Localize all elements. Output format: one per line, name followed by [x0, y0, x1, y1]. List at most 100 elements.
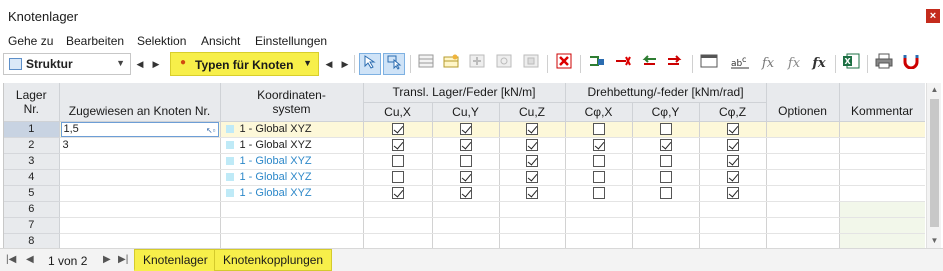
options-cell[interactable] — [766, 121, 840, 138]
row-number[interactable]: 7 — [4, 217, 60, 234]
checkbox[interactable] — [592, 139, 605, 152]
checkbox[interactable] — [526, 155, 539, 168]
coord-cell[interactable] — [220, 233, 364, 248]
row-number[interactable]: 8 — [4, 233, 60, 248]
checkbox[interactable] — [726, 123, 739, 136]
comment-cell[interactable] — [839, 217, 925, 234]
checkbox[interactable] — [391, 155, 404, 168]
comment-cell[interactable] — [839, 185, 925, 202]
check-cphy[interactable] — [632, 169, 700, 186]
close-icon[interactable]: × — [926, 9, 940, 23]
check-cphx[interactable] — [565, 185, 633, 202]
options-cell[interactable] — [766, 233, 840, 248]
comment-cell[interactable] — [839, 137, 925, 154]
check-cphy[interactable] — [632, 233, 700, 248]
excel-export-icon[interactable]: X — [840, 53, 862, 75]
checkbox[interactable] — [726, 155, 739, 168]
insert-row-icon[interactable] — [440, 53, 462, 75]
check-cuz[interactable] — [499, 153, 566, 170]
check-cuz[interactable] — [499, 169, 566, 186]
check-cuy[interactable] — [432, 233, 500, 248]
check-cphx[interactable] — [565, 153, 633, 170]
check-cux[interactable] — [363, 121, 433, 138]
coord-cell[interactable]: 1 - Global XYZ — [220, 153, 364, 170]
comment-cell[interactable] — [839, 233, 925, 248]
assigned-cell[interactable] — [59, 169, 221, 186]
check-cuy[interactable] — [432, 169, 500, 186]
checkbox[interactable] — [391, 123, 404, 136]
check-cphx[interactable] — [565, 121, 633, 138]
checkbox[interactable] — [459, 139, 472, 152]
check-cuy[interactable] — [432, 153, 500, 170]
check-cphy[interactable] — [632, 217, 700, 234]
arrow-left-icon[interactable] — [638, 53, 660, 75]
check-cphy[interactable] — [632, 137, 700, 154]
tab-knotenkopplungen[interactable]: Knotenkopplungen — [214, 249, 333, 271]
checkbox[interactable] — [459, 123, 472, 136]
options-cell[interactable] — [766, 137, 840, 154]
check-cuy[interactable] — [432, 201, 500, 218]
check-cuz[interactable] — [499, 137, 566, 154]
table-row[interactable]: 8 — [4, 233, 925, 248]
pick-node-icon[interactable]: ↖▫ — [206, 124, 216, 137]
check-cux[interactable] — [363, 217, 433, 234]
check-cuy[interactable] — [432, 185, 500, 202]
checkbox[interactable] — [459, 171, 472, 184]
first-page-icon[interactable]: |◀ — [6, 254, 16, 265]
coord-cell[interactable]: 1 - Global XYZ — [220, 185, 364, 202]
add-icon[interactable] — [466, 53, 488, 75]
row-number[interactable]: 3 — [4, 153, 60, 170]
copy-icon[interactable] — [493, 53, 515, 75]
checkbox[interactable] — [659, 171, 672, 184]
vertical-scrollbar[interactable]: ▲ ▼ — [926, 83, 941, 248]
check-cphz[interactable] — [699, 153, 767, 170]
check-cphy[interactable] — [632, 153, 700, 170]
check-cuz[interactable] — [499, 217, 566, 234]
checkbox[interactable] — [659, 123, 672, 136]
check-cphz[interactable] — [699, 201, 767, 218]
coord-cell[interactable]: 1 - Global XYZ — [220, 137, 364, 154]
comment-cell[interactable] — [839, 201, 925, 218]
checkbox[interactable] — [526, 139, 539, 152]
row-number[interactable]: 6 — [4, 201, 60, 218]
options-cell[interactable] — [766, 201, 840, 218]
checkbox[interactable] — [659, 187, 672, 200]
checkbox[interactable] — [726, 171, 739, 184]
comment-cell[interactable] — [839, 121, 925, 138]
check-cphy[interactable] — [632, 201, 700, 218]
last-page-icon[interactable]: ▶| — [118, 254, 128, 265]
print-icon[interactable] — [873, 53, 895, 75]
assigned-cell[interactable]: 1,5 ↖▫ — [59, 121, 221, 138]
checkbox[interactable] — [526, 187, 539, 200]
options-cell[interactable] — [766, 217, 840, 234]
menu-selection[interactable]: Selektion — [137, 34, 186, 48]
check-cphz[interactable] — [699, 217, 767, 234]
options-cell[interactable] — [766, 185, 840, 202]
menu-view[interactable]: Ansicht — [201, 34, 240, 48]
check-cuz[interactable] — [499, 233, 566, 248]
table-row[interactable]: 4 1 - Global XYZ — [4, 169, 925, 186]
row-number[interactable]: 2 — [4, 137, 60, 154]
check-cphz[interactable] — [699, 169, 767, 186]
assigned-cell[interactable] — [59, 217, 221, 234]
checkbox[interactable] — [391, 139, 404, 152]
table-row[interactable]: 3 1 - Global XYZ — [4, 153, 925, 170]
assigned-cell[interactable] — [59, 153, 221, 170]
scroll-thumb[interactable] — [930, 99, 939, 227]
next-arrow-icon[interactable]: ▶ — [149, 53, 163, 75]
check-cphz[interactable] — [699, 233, 767, 248]
options-cell[interactable] — [766, 169, 840, 186]
menu-settings[interactable]: Einstellungen — [255, 34, 327, 48]
comment-cell[interactable] — [839, 153, 925, 170]
structure-combo[interactable]: Struktur ▼ — [3, 53, 131, 75]
checkbox[interactable] — [659, 155, 672, 168]
tab-knotenlager[interactable]: Knotenlager — [134, 249, 217, 271]
check-cuy[interactable] — [432, 121, 500, 138]
type-combo[interactable]: ● Typen für Knoten ▼ — [170, 52, 319, 76]
options-cell[interactable] — [766, 153, 840, 170]
coord-cell[interactable] — [220, 217, 364, 234]
check-cuz[interactable] — [499, 185, 566, 202]
assigned-cell[interactable] — [59, 201, 221, 218]
settings-magnet-icon[interactable] — [900, 53, 922, 75]
checkbox[interactable] — [592, 171, 605, 184]
